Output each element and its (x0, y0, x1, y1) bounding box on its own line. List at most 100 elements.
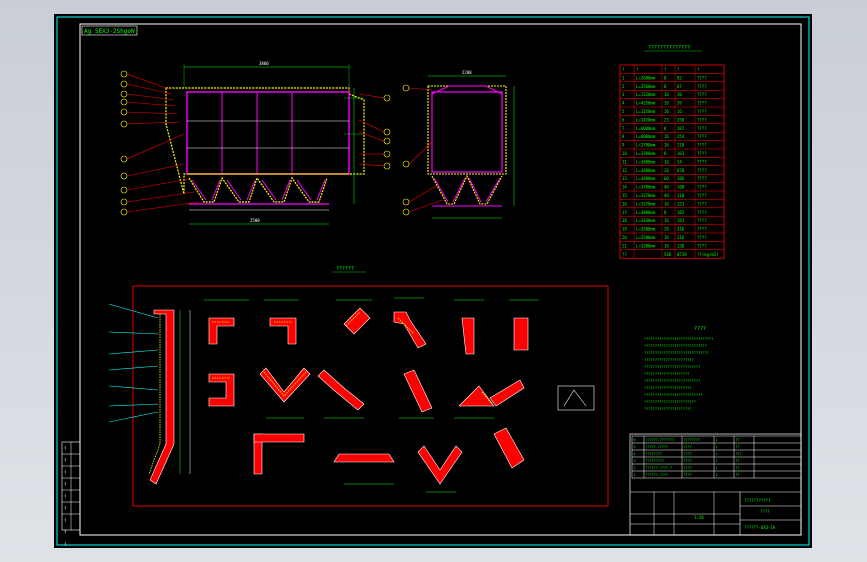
table-cell: L=1250mm (636, 109, 656, 114)
table-header-cell: ? (622, 67, 625, 72)
table-cell: ???? (697, 201, 707, 206)
table-cell: L=3780mm (636, 185, 656, 190)
table-cell: L=2790mm (636, 143, 656, 148)
notes-line: ??????????????????????????? (644, 393, 702, 397)
table-cell: ???? (697, 227, 707, 232)
table-cell: ???? (697, 84, 707, 89)
table-cell: 182 (677, 210, 685, 215)
cad-window: Ag SEX3-2ShgoN ????????? 3800 2500 2200 … (0, 0, 867, 562)
side-tab-label: ? (64, 518, 67, 523)
detail-section-shape[interactable] (393, 311, 427, 349)
table-cell: 67 (677, 84, 682, 89)
table-cell: ???? (697, 126, 707, 131)
table-cell: 316 (677, 227, 685, 232)
detail-section-shape[interactable] (253, 433, 305, 443)
table-cell: 12 (622, 168, 627, 173)
title-block-cell: ??? (736, 452, 742, 456)
table-total-cell: 8739 (677, 252, 687, 257)
detail-section-shape[interactable] (259, 367, 311, 403)
detail-section-shape[interactable] (458, 385, 495, 407)
table-cell: 8 (664, 210, 667, 215)
part-name: ???? (760, 509, 770, 514)
table-cell: 16 (664, 143, 669, 148)
table-cell: L=2680mm (636, 75, 656, 80)
front-elevation-view[interactable]: 3800 2500 (120, 61, 391, 225)
table-cell: L=3390mm (636, 151, 656, 156)
detail-section-shape[interactable] (317, 369, 365, 411)
table-cell: ???? (697, 109, 707, 114)
table-cell: 13 (622, 176, 627, 181)
detail-drawings-group[interactable] (204, 297, 595, 493)
table-cell: 4 (622, 101, 625, 106)
table-cell: ???? (697, 75, 707, 80)
table-total-cell: ?? (622, 252, 627, 257)
table-cell: 6 (622, 117, 625, 122)
table-cell: 10 (622, 151, 627, 156)
table-cell: ???? (697, 168, 707, 173)
table-cell: 107 (677, 126, 685, 131)
detail-section-shape[interactable] (513, 317, 529, 351)
drawing-frame (79, 23, 802, 536)
table-cell: L=2200mm (636, 235, 656, 240)
title-block-cell: ??????-??????? (646, 438, 675, 442)
table-cell: L=3370mm (636, 193, 656, 198)
detail-section-shape[interactable] (208, 373, 235, 407)
notes-line: ????????????????????? (644, 372, 689, 376)
detail-section-shape[interactable] (417, 445, 463, 485)
notes-label: ???? (694, 326, 706, 332)
table-cell: 16 (664, 101, 669, 106)
table-cell: L=2560mm (636, 84, 656, 89)
title-block-cell: ?????-????? (646, 445, 668, 449)
detail-section-shape[interactable] (403, 369, 433, 413)
details-panel[interactable] (132, 285, 609, 507)
side-elevation-view[interactable]: 2200 (402, 70, 515, 219)
title-block-cell: 2 (634, 466, 636, 470)
title-block[interactable]: 6 ??????-??????????????? 1 ?? 5 ?????-???????… (629, 433, 802, 536)
title-block-cell: ???? (684, 452, 692, 456)
table-cell: 40 (664, 193, 669, 198)
table-cell: 16 (664, 159, 669, 164)
table-cell: 5 (622, 109, 625, 114)
table-cell: 254 (677, 134, 685, 139)
cad-drawing-svg[interactable]: Ag SEX3-2ShgoN ????????? 3800 2500 2200 … (54, 14, 812, 548)
table-cell: 20 (677, 92, 682, 97)
table-cell: 110 (677, 193, 685, 198)
detail-section-shape[interactable] (333, 453, 395, 463)
table-cell: 1 (622, 75, 625, 80)
table-cell: 16 (664, 201, 669, 206)
parts-list-table[interactable]: ?????????????? ???? ?1 L=2680mm 8 82 ????2 L=2… (619, 45, 725, 259)
title-block-cell: ?? (736, 473, 740, 477)
table-header-cell: ? (697, 67, 700, 72)
table-cell: 8 (664, 151, 667, 156)
table-total-cell: ??(kg/m2) (697, 252, 719, 257)
detail-section-shape[interactable] (343, 307, 371, 335)
detail-section-shape[interactable] (489, 379, 525, 407)
table-cell: ???? (697, 159, 707, 164)
detail-wall-section[interactable] (108, 303, 191, 485)
table-cell: 100 (677, 185, 685, 190)
title-block-cell: 4 (634, 452, 636, 456)
table-cell: ???? (697, 92, 707, 97)
detail-section-shape[interactable] (493, 427, 525, 469)
title-block-cell: 1 (716, 459, 718, 463)
table-cell: 17 (622, 210, 627, 215)
title-block-cell: 1 (716, 452, 718, 456)
drawing-canvas[interactable]: Ag SEX3-2ShgoN ????????? 3800 2500 2200 … (54, 14, 812, 548)
table-cell: L=3400mm (636, 168, 656, 173)
drawing-name: ??????????? (744, 498, 771, 503)
table-cell: 8 (664, 84, 667, 89)
scale-value: 1:20 (694, 515, 704, 520)
detail-section-shape[interactable] (461, 317, 475, 355)
table-cell: 131 (677, 201, 685, 206)
table-cell: 60 (664, 176, 669, 181)
table-cell: 19 (622, 227, 627, 232)
table-cell: 39 (677, 101, 682, 106)
detail-key-box (557, 385, 595, 411)
table-header-cell: ? (664, 67, 667, 72)
table-cell: 7 (622, 126, 625, 131)
table-cell: 15 (622, 193, 627, 198)
table-cell: 186 (677, 176, 685, 181)
notes-line: ?????????????????????? (644, 386, 692, 390)
table-cell: 16 (664, 218, 669, 223)
side-tab-label: ? (64, 458, 67, 463)
